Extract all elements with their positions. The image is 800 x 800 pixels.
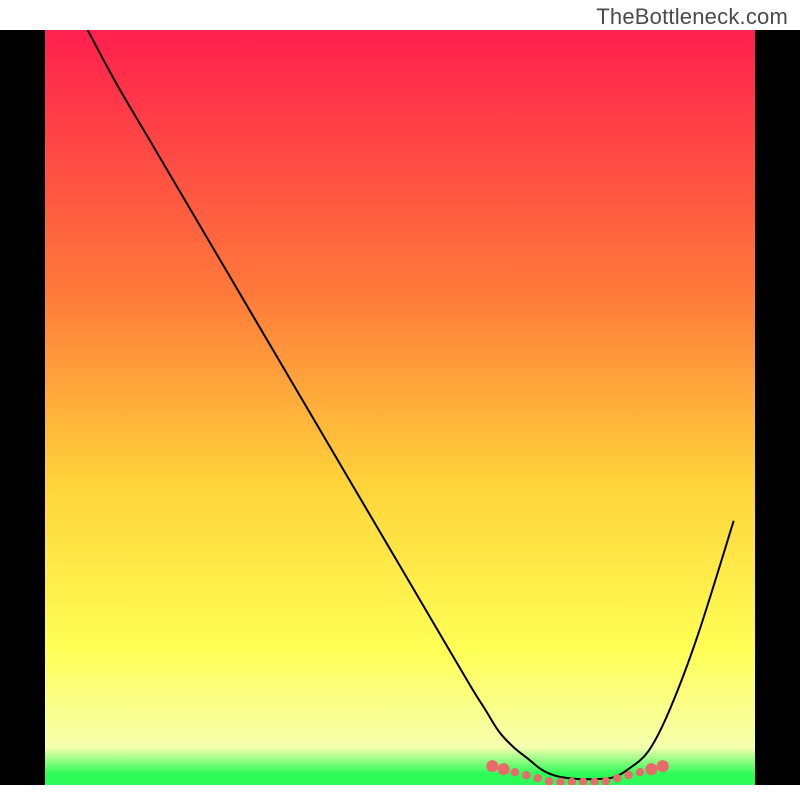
bottom-strip [0, 785, 800, 800]
right-border [755, 30, 800, 785]
chart-frame: TheBottleneck.com [0, 0, 800, 800]
watermark-text: TheBottleneck.com [596, 4, 788, 30]
left-border [0, 30, 45, 785]
bottleneck-chart [0, 0, 800, 800]
